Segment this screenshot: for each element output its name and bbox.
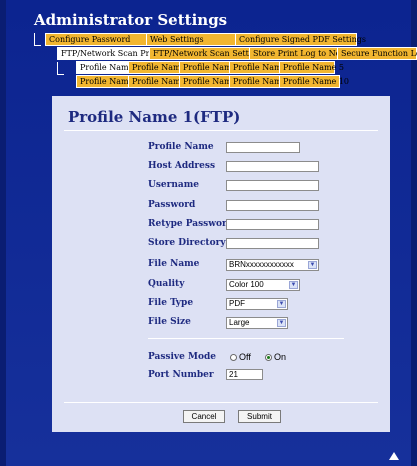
file-size-label: File Size [148, 317, 191, 327]
retype-password-input[interactable] [226, 219, 319, 230]
host-address-label: Host Address [148, 161, 216, 171]
quality-label: Quality [148, 279, 185, 289]
username-label: Username [148, 180, 200, 190]
profile-name-label: Profile Name [148, 142, 214, 152]
file-size-value: Large [229, 318, 250, 327]
page-shell: Administrator Settings Configure Passwor… [6, 0, 417, 466]
tab-profile-name-5[interactable]: Profile Name 5 [279, 61, 344, 74]
passive-mode-off-label: Off [239, 352, 251, 362]
admin-settings-title: Administrator Settings [34, 11, 228, 29]
tab-profile-name-4[interactable]: Profile Name 4 [229, 61, 294, 74]
tab-secure-function-lock[interactable]: Secure Function Lock [337, 47, 417, 60]
quality-value: Color 100 [229, 280, 264, 289]
submit-button[interactable]: Submit [238, 410, 281, 423]
cancel-button[interactable]: Cancel [183, 410, 225, 423]
passive-mode-label: Passive Mode [148, 352, 216, 362]
profile-name-input[interactable] [226, 142, 300, 153]
quality-select[interactable]: Color 100 ▼ [226, 279, 300, 291]
divider [148, 338, 344, 339]
retype-password-label: Retype Password [148, 219, 234, 229]
tab-ftp-network-scan-profile[interactable]: FTP/Network Scan Profile [57, 47, 167, 60]
passive-mode-on-radio[interactable] [265, 354, 272, 361]
password-label: Password [148, 200, 196, 210]
tab-profile-name-8[interactable]: Profile Name 8 [179, 75, 244, 88]
profile-panel: Profile Name 1(FTP) Profile Name Host Ad… [52, 96, 390, 432]
tab-profile-name-10[interactable]: Profile Name 10 [279, 75, 349, 88]
page-title: Profile Name 1(FTP) [68, 108, 241, 126]
tab-configure-password[interactable]: Configure Password [45, 33, 153, 46]
file-type-value: PDF [229, 299, 245, 308]
file-name-select[interactable]: BRNxxxxxxxxxxxx ▼ [226, 259, 319, 271]
chevron-down-icon[interactable]: ▼ [277, 319, 286, 327]
tab-profile-name-6[interactable]: Profile Name 6 [76, 75, 141, 88]
file-size-select[interactable]: Large ▼ [226, 317, 288, 329]
password-input[interactable] [226, 200, 319, 211]
tab-ftp-network-scan-settings[interactable]: FTP/Network Scan Settings [149, 47, 266, 60]
port-number-label: Port Number [148, 370, 214, 380]
tree-bracket-icon [34, 33, 41, 46]
store-directory-label: Store Directory [148, 238, 226, 248]
host-address-input[interactable] [226, 161, 319, 172]
tab-profile-name-9[interactable]: Profile Name 9 [229, 75, 294, 88]
port-number-input[interactable]: 21 [226, 369, 263, 380]
chevron-down-icon[interactable]: ▼ [277, 300, 286, 308]
passive-mode-on-label: On [274, 352, 287, 362]
tab-profile-name-1[interactable]: Profile Name 1 [76, 61, 141, 74]
store-directory-input[interactable] [226, 238, 319, 249]
file-name-label: File Name [148, 259, 200, 269]
chevron-down-icon[interactable]: ▼ [308, 261, 317, 269]
file-type-select[interactable]: PDF ▼ [226, 298, 288, 310]
divider [64, 402, 378, 403]
tab-profile-name-2[interactable]: Profile Name 2 [128, 61, 193, 74]
file-name-value: BRNxxxxxxxxxxxx [229, 260, 294, 269]
tab-profile-name-7[interactable]: Profile Name 7 [128, 75, 193, 88]
chevron-down-icon[interactable]: ▼ [289, 281, 298, 289]
tree-bracket-icon [57, 62, 64, 75]
passive-mode-off-radio[interactable] [230, 354, 237, 361]
tab-web-settings[interactable]: Web Settings [146, 33, 236, 46]
up-arrow-icon[interactable] [389, 452, 399, 460]
username-input[interactable] [226, 180, 319, 191]
divider [64, 130, 378, 131]
tab-store-print-log[interactable]: Store Print Log to Network [249, 47, 364, 60]
file-type-label: File Type [148, 298, 194, 308]
tab-profile-name-3[interactable]: Profile Name 3 [179, 61, 244, 74]
tab-configure-signed-pdf[interactable]: Configure Signed PDF Settings [235, 33, 366, 46]
